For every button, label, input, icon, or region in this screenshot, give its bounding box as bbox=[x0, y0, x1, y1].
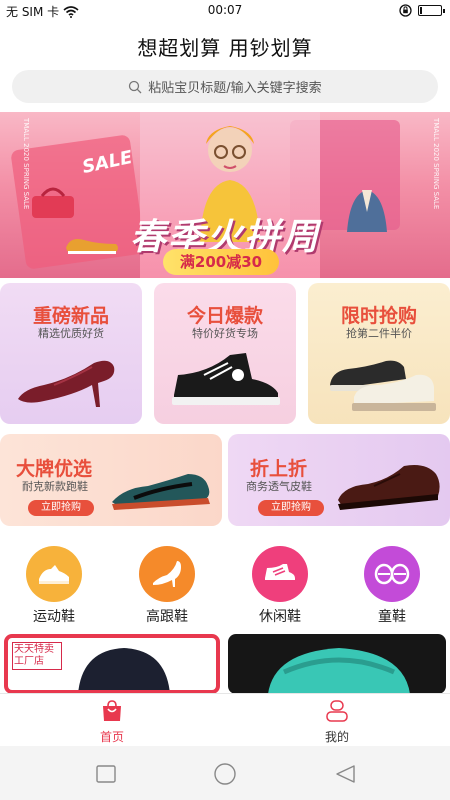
category-casual[interactable]: 休闲鞋 bbox=[240, 546, 320, 626]
category-label: 休闲鞋 bbox=[259, 609, 301, 625]
banner-side-text-right: TMALL 2020 SPRING SALE bbox=[432, 118, 440, 210]
buy-now-button[interactable]: 立即抢购 bbox=[28, 500, 94, 516]
recent-apps-button[interactable] bbox=[96, 765, 116, 783]
sneaker-icon bbox=[26, 546, 82, 602]
status-right bbox=[399, 4, 445, 17]
battery-icon bbox=[418, 5, 445, 16]
tab-label: 首页 bbox=[99, 730, 124, 744]
tab-label: 我的 bbox=[324, 730, 349, 744]
card-title: 折上折 bbox=[250, 458, 308, 480]
category-label: 运动鞋 bbox=[33, 609, 75, 625]
running-shoe-image bbox=[112, 474, 210, 510]
store-badge: 天天特卖 工厂店 bbox=[12, 642, 62, 670]
product-thumb[interactable]: 天天特卖 工厂店 bbox=[4, 634, 220, 694]
buy-now-button[interactable]: 立即抢购 bbox=[258, 500, 324, 516]
casual-shoe-icon bbox=[252, 546, 308, 602]
search-placeholder: 粘贴宝贝标题/输入关键字搜索 bbox=[148, 81, 322, 96]
card-subtitle: 特价好货专场 bbox=[192, 327, 258, 340]
tab-home[interactable]: 首页 bbox=[72, 700, 152, 745]
card-title: 限时抢购 bbox=[340, 305, 417, 327]
card-title: 今日爆款 bbox=[186, 305, 263, 327]
rotation-lock-icon bbox=[399, 4, 412, 17]
status-time: 00:07 bbox=[207, 3, 243, 17]
card-hot-today[interactable]: 今日爆款 特价好货专场 bbox=[154, 283, 296, 424]
promo-banner[interactable]: SALE TMALL 2020 SPRING SALE TMALL 2020 S… bbox=[0, 112, 450, 278]
card-subtitle: 精选优质好货 bbox=[38, 327, 104, 340]
category-sneakers[interactable]: 运动鞋 bbox=[14, 546, 94, 626]
bottom-tab-bar: 首页 我的 bbox=[0, 693, 450, 746]
leather-shoe-image bbox=[338, 465, 440, 510]
system-nav-bar bbox=[0, 746, 450, 800]
banner-promo-tag: 满200减30 bbox=[163, 249, 279, 275]
card-extra-discount[interactable]: 折上折 商务透气皮鞋 立即抢购 bbox=[228, 434, 450, 526]
card-subtitle: 商务透气皮鞋 bbox=[246, 480, 312, 493]
card-subtitle: 抢第二件半价 bbox=[346, 327, 412, 340]
search-bar[interactable]: 粘贴宝贝标题/输入关键字搜索 bbox=[12, 70, 438, 103]
back-button[interactable] bbox=[334, 764, 356, 784]
card-flash-sale[interactable]: 限时抢购 抢第二件半价 bbox=[308, 283, 450, 424]
category-label: 高跟鞋 bbox=[146, 609, 188, 625]
home-bag-icon bbox=[103, 700, 121, 721]
home-button[interactable] bbox=[213, 763, 237, 785]
page-title: 想超划算 用钞划算 bbox=[137, 36, 313, 60]
oxford-shoe-image bbox=[330, 360, 436, 411]
status-bar: 无 SIM 卡 00:07 bbox=[0, 0, 450, 22]
cap-image bbox=[78, 648, 170, 690]
high-heel-icon bbox=[139, 546, 195, 602]
banner-side-text-left: TMALL 2020 SPRING SALE bbox=[22, 118, 30, 210]
category-high-heels[interactable]: 高跟鞋 bbox=[127, 546, 207, 626]
profile-icon bbox=[326, 700, 348, 722]
search-icon bbox=[129, 80, 142, 93]
card-subtitle: 耐克新款跑鞋 bbox=[22, 480, 88, 493]
card-title: 重磅新品 bbox=[32, 305, 109, 327]
bag-product-image bbox=[268, 648, 410, 694]
category-kids[interactable]: 童鞋 bbox=[352, 546, 432, 626]
canvas-sneaker-image bbox=[172, 353, 280, 405]
high-heel-image bbox=[18, 360, 115, 407]
tab-profile[interactable]: 我的 bbox=[297, 700, 377, 745]
card-title: 大牌优选 bbox=[16, 458, 93, 480]
product-thumb[interactable] bbox=[228, 634, 446, 694]
category-label: 童鞋 bbox=[378, 609, 406, 625]
kids-shoe-icon bbox=[364, 546, 420, 602]
card-brand-picks[interactable]: 大牌优选 耐克新款跑鞋 立即抢购 bbox=[0, 434, 222, 526]
card-new-arrivals[interactable]: 重磅新品 精选优质好货 bbox=[0, 283, 142, 424]
